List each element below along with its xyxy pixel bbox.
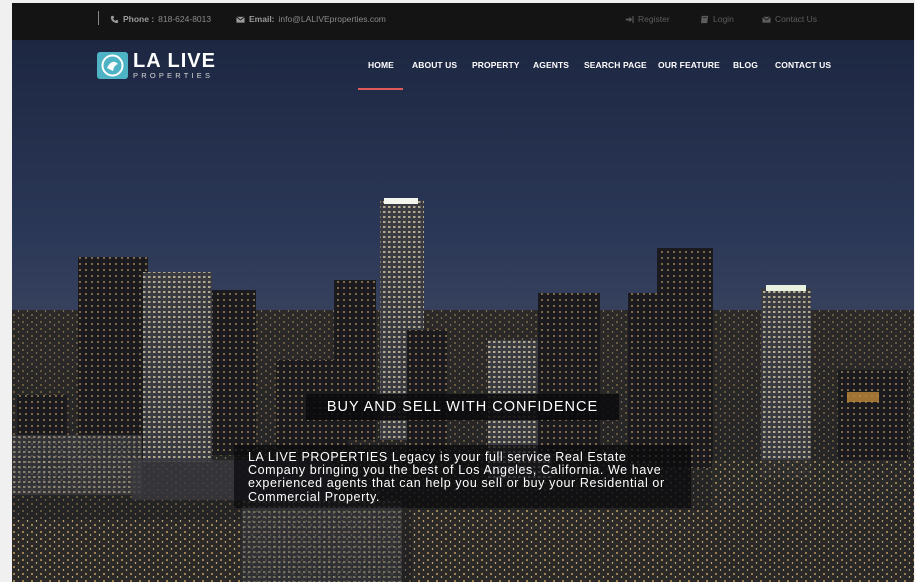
register-link[interactable]: Register <box>625 14 670 24</box>
logo-subtitle: PROPERTIES <box>133 71 214 80</box>
register-label: Register <box>638 14 670 24</box>
hero-description: LA LIVE PROPERTIES Legacy is your full s… <box>234 445 691 508</box>
nav-home[interactable]: HOME <box>368 60 394 70</box>
hero-headline: BUY AND SELL WITH CONFIDENCE <box>306 394 619 420</box>
nav-blog[interactable]: BLOG <box>733 60 758 70</box>
nav-contact-us[interactable]: CONTACT US <box>775 60 831 70</box>
nav-agents[interactable]: AGENTS <box>533 60 569 70</box>
contact-label: Contact Us <box>775 14 818 24</box>
envelope-icon <box>236 15 245 23</box>
envelope-icon <box>762 15 771 23</box>
topbar-divider <box>98 11 99 25</box>
phone-value: 818-624-8013 <box>158 14 212 24</box>
email-value: info@LALIVEproperties.com <box>278 14 386 24</box>
login-label: Login <box>713 14 734 24</box>
nav-about-us[interactable]: ABOUT US <box>412 60 457 70</box>
hero-section: LA LIVE PROPERTIES HOME ABOUT US PROPERT… <box>12 40 914 582</box>
phone-info[interactable]: Phone : 818-624-8013 <box>110 14 211 24</box>
nav-our-feature[interactable]: OUR FEATURE <box>658 60 720 70</box>
login-link[interactable]: Login <box>700 14 734 24</box>
contact-link[interactable]: Contact Us <box>762 14 817 24</box>
nav-property[interactable]: PROPERTY <box>472 60 520 70</box>
phone-icon <box>110 15 119 23</box>
nav-search-page[interactable]: SEARCH PAGE <box>584 60 647 70</box>
phone-label: Phone : <box>123 14 155 24</box>
page-frame: Phone : 818-624-8013 Email: info@LALIVEp… <box>12 3 914 582</box>
active-nav-indicator <box>358 88 403 90</box>
top-bar: Phone : 818-624-8013 Email: info@LALIVEp… <box>12 3 914 40</box>
main-nav: HOME ABOUT US PROPERTY AGENTS SEARCH PAG… <box>12 60 914 72</box>
sign-in-icon <box>625 15 634 23</box>
book-icon <box>700 15 709 23</box>
email-info[interactable]: Email: info@LALIVEproperties.com <box>236 14 386 24</box>
email-label: Email: <box>249 14 275 24</box>
